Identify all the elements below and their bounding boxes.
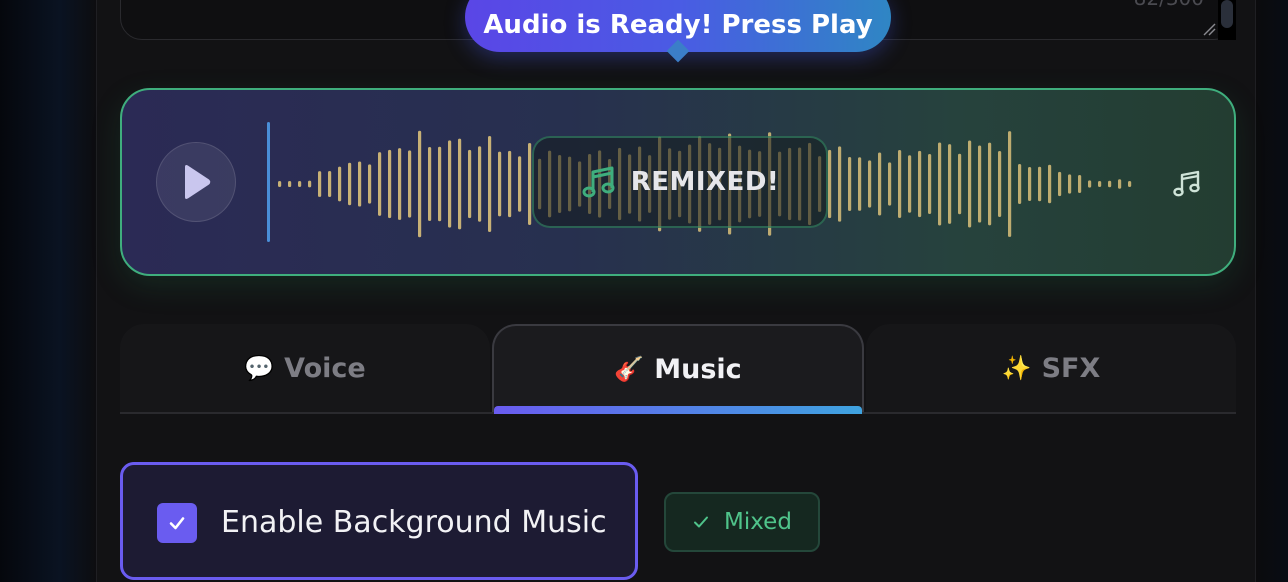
waveform-bar [898, 150, 902, 218]
background-music-toggle[interactable]: Enable Background Music [120, 462, 638, 580]
waveform-bar [428, 146, 432, 222]
waveform-bar [978, 145, 982, 223]
speech-bubble-icon: 💬 [244, 354, 275, 382]
waveform-bar [278, 181, 282, 187]
waveform-bar [1078, 174, 1082, 194]
remixed-badge: REMIXED! [532, 136, 828, 228]
scrollbar-thumb[interactable] [1221, 0, 1233, 28]
char-counter: 82/300 [1134, 0, 1204, 10]
active-tab-indicator [494, 406, 862, 414]
waveform-bar [918, 150, 922, 218]
waveform-bar [1028, 167, 1032, 201]
waveform-bar [1108, 180, 1112, 188]
waveform-bar [1088, 180, 1092, 188]
waveform-bar [518, 156, 522, 212]
waveform-bar [488, 136, 492, 232]
check-icon [694, 516, 709, 528]
waveform-bar [298, 181, 302, 187]
playhead[interactable] [267, 122, 270, 242]
waveform-bar [388, 149, 392, 219]
waveform-bar [1128, 181, 1132, 187]
waveform-bar [928, 154, 932, 214]
music-note-icon [1173, 170, 1200, 197]
mixed-status-label: Mixed [724, 509, 792, 535]
waveform-bar [908, 155, 912, 213]
waveform-bar [868, 160, 872, 208]
toast-text: Audio is Ready! Press Play [483, 10, 873, 40]
waveform-bar [1048, 164, 1052, 204]
waveform-bar [988, 142, 992, 226]
waveform-bar [418, 130, 422, 238]
tab-label: SFX [1041, 352, 1101, 384]
waveform-bar [438, 146, 442, 222]
waveform-bar [998, 151, 1002, 217]
waveform-bar [498, 151, 502, 217]
waveform-bar [328, 171, 332, 197]
waveform-bar [828, 149, 832, 219]
waveform-bar [398, 148, 402, 220]
tab-music[interactable]: 🎸 Music [492, 324, 864, 412]
remixed-label: REMIXED! [630, 167, 780, 197]
background-music-checkbox[interactable] [157, 503, 197, 543]
waveform-bar [838, 146, 842, 222]
waveform-bar [478, 146, 482, 222]
music-note-icon [582, 166, 615, 198]
waveform-bar [528, 143, 532, 225]
waveform-bar [938, 142, 942, 226]
waveform-bar [348, 162, 352, 206]
waveform-bar [408, 150, 412, 218]
waveform-bar [888, 162, 892, 206]
checkmark-icon [169, 517, 185, 530]
waveform-bar [848, 157, 852, 211]
waveform-bar [1068, 174, 1072, 194]
waveform-bar [1118, 179, 1122, 189]
mode-tabs: 💬 Voice 🎸 Music ✨ SFX [120, 324, 1236, 414]
waveform-bar [1008, 131, 1012, 237]
sparkles-icon: ✨ [1001, 354, 1032, 382]
waveform-bar [338, 166, 342, 202]
waveform-bar [458, 138, 462, 230]
waveform-bar [968, 140, 972, 228]
waveform-bar [368, 164, 372, 204]
waveform-bar [358, 161, 362, 207]
waveform-bar [958, 153, 962, 215]
waveform-bar [318, 171, 322, 197]
waveform-bar [288, 180, 292, 188]
waveform-bar [1098, 181, 1102, 187]
waveform-bar [948, 144, 952, 224]
tab-label: Music [654, 353, 742, 385]
waveform-bar [1018, 164, 1022, 204]
waveform-bar [468, 149, 472, 219]
waveform-bar [378, 152, 382, 216]
waveform-bar [878, 152, 882, 216]
waveform-bar [508, 150, 512, 218]
background-music-label: Enable Background Music [221, 505, 607, 540]
waveform-bar [308, 180, 312, 188]
guitar-icon: 🎸 [614, 355, 645, 383]
tab-label: Voice [284, 352, 366, 384]
tab-voice[interactable]: 💬 Voice [120, 324, 490, 412]
resize-grip-icon[interactable] [1202, 22, 1216, 36]
audio-player: REMIXED! [120, 88, 1236, 276]
waveform-bar [1058, 171, 1062, 197]
waveform-bar [448, 140, 452, 228]
mixed-status-badge: Mixed [664, 492, 820, 552]
tab-sfx[interactable]: ✨ SFX [866, 324, 1236, 412]
waveform-bar [1038, 166, 1042, 202]
waveform-bar [858, 157, 862, 211]
